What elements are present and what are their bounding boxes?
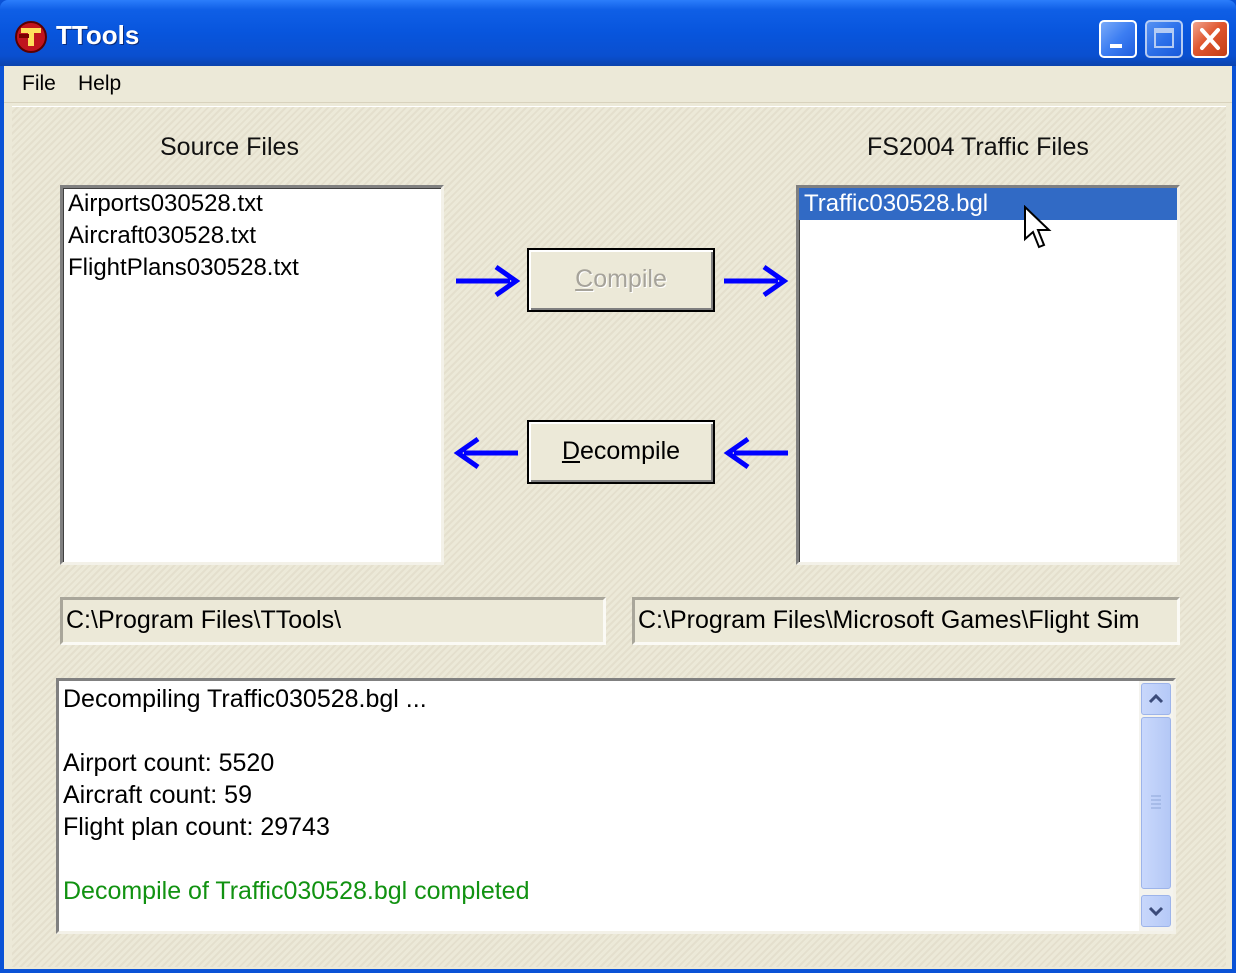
- log-line: Flight plan count: 29743: [63, 813, 330, 841]
- log-output[interactable]: Decompiling Traffic030528.bgl ... Airpor…: [56, 678, 1176, 934]
- chevron-down-icon: [1148, 906, 1164, 917]
- minimize-icon: [1110, 44, 1122, 48]
- list-item[interactable]: Airports030528.txt: [63, 188, 441, 220]
- arrow-right-icon: [456, 264, 521, 298]
- traffic-files-list[interactable]: Traffic030528.bgl: [796, 185, 1180, 565]
- list-item-selected[interactable]: Traffic030528.bgl: [799, 188, 1177, 220]
- minimize-button[interactable]: [1099, 20, 1137, 58]
- log-line: Airport count: 5520: [63, 749, 275, 777]
- log-line: Decompiling Traffic030528.bgl ...: [63, 685, 427, 713]
- scroll-down-button[interactable]: [1141, 895, 1171, 927]
- maximize-icon: [1154, 28, 1174, 48]
- log-line-success: Decompile of Traffic030528.bgl completed: [63, 877, 530, 905]
- log-text: Decompiling Traffic030528.bgl ... Airpor…: [63, 683, 529, 907]
- arrow-left-icon: [453, 436, 518, 470]
- traffic-files-heading: FS2004 Traffic Files: [867, 133, 1089, 161]
- list-item[interactable]: FlightPlans030528.txt: [63, 252, 441, 284]
- title-bar[interactable]: TTools: [0, 0, 1236, 66]
- log-scrollbar[interactable]: [1139, 681, 1173, 931]
- close-icon: [1200, 28, 1220, 50]
- compile-button[interactable]: Compile: [527, 248, 715, 312]
- grip-icon: [1151, 795, 1161, 809]
- list-item[interactable]: Aircraft030528.txt: [63, 220, 441, 252]
- menu-file[interactable]: File: [22, 72, 56, 96]
- source-files-heading: Source Files: [160, 133, 299, 161]
- client-area: File Help Source Files FS2004 Traffic Fi…: [4, 66, 1232, 969]
- scroll-thumb[interactable]: [1141, 717, 1171, 889]
- arrow-left-icon: [723, 436, 788, 470]
- log-line: Aircraft count: 59: [63, 781, 252, 809]
- close-button[interactable]: [1191, 20, 1229, 58]
- window-title: TTools: [56, 20, 140, 50]
- app-logo-icon: [15, 21, 47, 53]
- menu-bar: File Help: [4, 66, 1232, 103]
- traffic-path-field: C:\Program Files\Microsoft Games\Flight …: [632, 597, 1180, 645]
- compile-label: Compile: [575, 265, 667, 293]
- maximize-button[interactable]: [1145, 20, 1183, 58]
- source-path-field: C:\Program Files\TTools\: [60, 597, 606, 645]
- app-window: TTools File Help Source Files FS2004 Tra…: [0, 0, 1236, 973]
- decompile-label: Decompile: [561, 437, 681, 465]
- chevron-up-icon: [1148, 693, 1164, 704]
- scroll-up-button[interactable]: [1141, 683, 1171, 715]
- arrow-right-icon: [724, 264, 789, 298]
- mouse-pointer-icon: [1024, 205, 1052, 249]
- decompile-button[interactable]: Decompile: [527, 420, 715, 484]
- menu-help[interactable]: Help: [78, 72, 121, 96]
- source-files-list[interactable]: Airports030528.txt Aircraft030528.txt Fl…: [60, 185, 444, 565]
